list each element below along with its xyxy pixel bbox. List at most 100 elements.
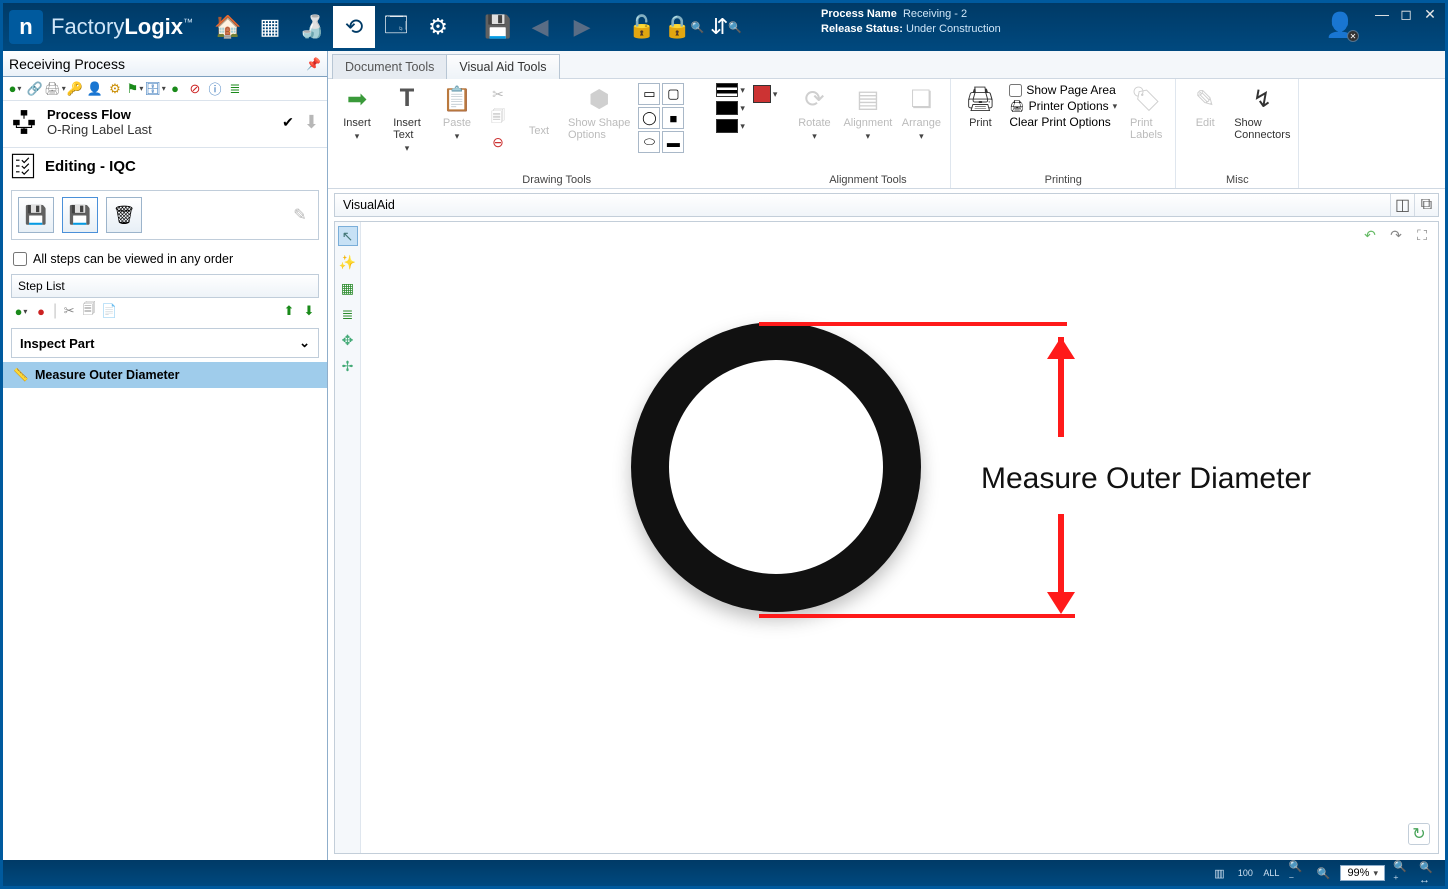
copy-icon[interactable]: 🗐 [81, 303, 97, 319]
step-list-toolbar: ●▾ ● | ✂ 🗐 📄 ⬆ ⬇ [11, 298, 319, 324]
list-tool-icon[interactable]: ≣ [338, 304, 358, 324]
fill-color-picker[interactable]: ▾ [716, 101, 745, 115]
shape-roundrect-icon[interactable]: ▢ [662, 83, 684, 105]
refresh-canvas-icon[interactable]: ↻ [1408, 823, 1430, 845]
line-color-picker[interactable]: ▾ [716, 119, 745, 133]
paste-button: 📋 Paste▾ [436, 83, 478, 142]
hierarchy-search-icon[interactable]: ⇵🔍 [705, 6, 747, 48]
step-down-icon[interactable]: ⬇ [301, 303, 317, 319]
settings-icon[interactable]: ⚙ [417, 6, 459, 48]
shape-ellipse-icon[interactable]: ⬭ [638, 131, 660, 153]
pour-icon[interactable]: 🍶 [291, 6, 333, 48]
list-icon[interactable]: ≣ [227, 81, 243, 97]
printer-options-button[interactable]: 🖨Printer Options ▾ [1009, 99, 1117, 113]
insert-text-button[interactable]: 𝐓 Insert Text▾ [386, 83, 428, 154]
ok-icon[interactable]: ● [167, 81, 183, 97]
gear-small-icon[interactable]: ⚙ [107, 81, 123, 97]
paste-icon[interactable]: 📄 [101, 303, 117, 319]
status-fit-icon[interactable]: 🔍↔ [1419, 861, 1437, 886]
pointer-tool-icon[interactable]: ↖ [338, 226, 358, 246]
overlay-color-picker[interactable]: ▾ [753, 85, 778, 103]
trash-tile[interactable]: 🗑 [106, 197, 142, 233]
alignment-icon: ▤ [852, 83, 884, 115]
pin-icon[interactable]: 📌 [306, 57, 321, 71]
show-page-area-checkbox[interactable]: Show Page Area [1009, 83, 1117, 97]
selected-step-row[interactable]: 📏 Measure Outer Diameter [3, 362, 327, 388]
move-tool-icon[interactable]: ✢ [338, 356, 358, 376]
all-steps-checkbox-input[interactable] [13, 252, 27, 266]
canvas[interactable]: ↶ ↷ ⛶ Measure Outer Diameter ↻ [361, 222, 1438, 853]
download-icon[interactable]: ⬇ [304, 112, 319, 133]
add-icon[interactable]: ●▾ [7, 81, 23, 97]
grid-icon[interactable]: ▦ [249, 6, 291, 48]
status-zoomin-icon[interactable]: 🔍⁺ [1393, 860, 1411, 886]
inspect-part-row[interactable]: Inspect Part ⌄ [11, 328, 319, 358]
minimize-button[interactable]: — [1373, 5, 1391, 23]
shape-circle-icon[interactable]: ◯ [638, 107, 660, 129]
show-connectors-button[interactable]: ↯ Show Connectors [1234, 83, 1290, 141]
maximize-button[interactable]: ◻ [1397, 5, 1415, 23]
fullscreen-icon[interactable]: ⛶ [1412, 226, 1432, 244]
clear-print-options-button[interactable]: Clear Print Options [1009, 115, 1117, 129]
wand-tool-icon[interactable]: ✨ [338, 252, 358, 272]
insert-button[interactable]: ➡ Insert▾ [336, 83, 378, 142]
zoom-field[interactable]: 99%▾ [1340, 865, 1385, 881]
lock-search-icon[interactable]: 🔒🔍 [663, 6, 705, 48]
status-100-icon[interactable]: 100 [1236, 868, 1254, 878]
home-icon[interactable]: 🏠 [207, 6, 249, 48]
shape-rect-icon[interactable]: ▭ [638, 83, 660, 105]
close-button[interactable]: ✕ [1421, 5, 1439, 23]
user-icon[interactable]: 👤✕ [1325, 11, 1355, 40]
doc-window-icon[interactable]: ◫ [1390, 194, 1414, 216]
shape-palette[interactable]: ▭ ▢ ◯ ■ ⬭ ▬ [638, 83, 708, 153]
info-icon[interactable]: ⓘ [207, 81, 223, 97]
floppy-blue-tile[interactable]: 💾 [62, 197, 98, 233]
labels-icon: 🏷 [1130, 83, 1162, 115]
tab-document-tools[interactable]: Document Tools [332, 54, 447, 79]
flag-icon[interactable]: ⚑▾ [127, 81, 143, 97]
canvas-area: ↖ ✨ ▦ ≣ ✥ ✢ ↶ ↷ ⛶ [334, 221, 1439, 854]
cut-small-icon[interactable]: ✂ [486, 83, 510, 105]
all-steps-checkbox[interactable]: All steps can be viewed in any order [3, 250, 327, 274]
print-button[interactable]: 🖨 Print [959, 83, 1001, 129]
step-remove-icon[interactable]: ● [33, 303, 49, 319]
link-icon[interactable]: 🔗 [27, 81, 43, 97]
step-add-icon[interactable]: ●▾ [13, 303, 29, 319]
shape-fillrect-icon[interactable]: ▬ [662, 131, 684, 153]
save-icon[interactable]: 💾 [477, 6, 519, 48]
grid-tool-icon[interactable]: ▦ [338, 278, 358, 298]
doc-icon[interactable]: 🗔 [375, 6, 417, 48]
pencil-icon[interactable]: ✎ [288, 203, 312, 227]
doc-popout-icon[interactable]: ⧉ [1414, 194, 1438, 216]
line-weight-picker[interactable]: ▾ [716, 83, 745, 97]
db-icon[interactable]: 🗄▾ [147, 81, 163, 97]
sync-icon[interactable]: ⟲ [333, 6, 375, 48]
print-small-icon[interactable]: 🖨▾ [47, 81, 63, 97]
arrange-icon: ❏ [905, 83, 937, 115]
left-panel-header: Receiving Process 📌 [3, 51, 327, 77]
status-layers-icon[interactable]: ▥ [1210, 867, 1228, 880]
canvas-toolstrip: ↖ ✨ ▦ ≣ ✥ ✢ [335, 222, 361, 853]
delete-small-icon[interactable]: ⊖ [486, 131, 510, 153]
status-zoomreset-icon[interactable]: 🔍 [1314, 867, 1332, 880]
chevron-down-icon: ⌄ [299, 335, 310, 351]
shape-square-icon[interactable]: ■ [662, 107, 684, 129]
cut-icon[interactable]: ✂ [61, 303, 77, 319]
tab-visual-aid-tools[interactable]: Visual Aid Tools [446, 54, 559, 79]
no-icon[interactable]: ⊘ [187, 81, 203, 97]
ruler-icon: 📏 [13, 368, 27, 382]
step-up-icon[interactable]: ⬆ [281, 303, 297, 319]
process-info: Process Name Receiving - 2 Release Statu… [821, 7, 1001, 37]
key-icon[interactable]: 🔑 [67, 81, 83, 97]
status-zoomout-icon[interactable]: 🔍⁻ [1288, 860, 1306, 886]
floppy-tile[interactable]: 💾 [18, 197, 54, 233]
undo-icon[interactable]: ↶ [1360, 226, 1380, 244]
link-tool-icon[interactable]: ✥ [338, 330, 358, 350]
person-icon[interactable]: 👤 [87, 81, 103, 97]
redo-icon[interactable]: ↷ [1386, 226, 1406, 244]
bottom-measure-line [759, 614, 1075, 618]
lock-open-icon[interactable]: 🔓 [621, 6, 663, 48]
status-all-icon[interactable]: ALL [1262, 868, 1280, 878]
copy-small-icon[interactable]: 🗐 [486, 107, 510, 129]
process-flow-row[interactable]: Process Flow O-Ring Label Last ✔ ⬇ [3, 101, 327, 148]
